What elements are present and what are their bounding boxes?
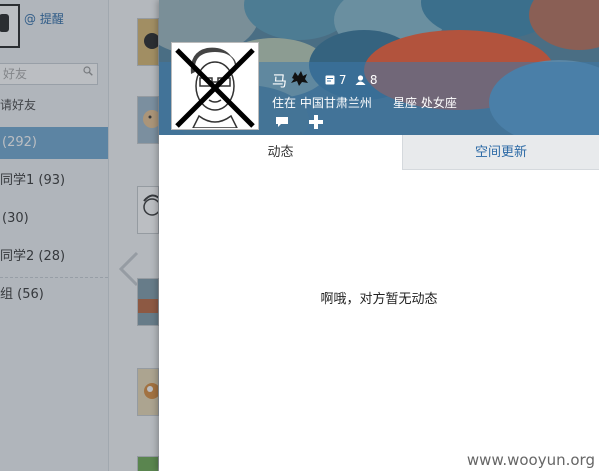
thumbnail-image — [138, 369, 158, 415]
tab-feed[interactable]: 动态 — [159, 135, 402, 170]
group-item[interactable]: 同学1 (93) — [0, 165, 108, 197]
feed-thumbnail[interactable] — [137, 96, 159, 144]
group-item[interactable]: (30) — [0, 203, 108, 235]
remind-link[interactable]: @ 提醒 — [24, 10, 64, 27]
thumbnail-image — [138, 97, 158, 143]
posts-icon — [325, 75, 335, 85]
group-divider — [0, 277, 108, 278]
feed-thumbnail[interactable] — [137, 18, 159, 66]
avatar-image — [173, 44, 257, 129]
feed-thumbnail[interactable] — [137, 456, 159, 471]
follows-stat[interactable]: 8 — [355, 73, 377, 87]
redacted-name-mark — [291, 71, 308, 86]
tab-space-updates[interactable]: 空间更新 — [402, 135, 599, 170]
user-name: 马 — [272, 72, 288, 90]
current-user-avatar[interactable] — [0, 4, 20, 48]
add-icon[interactable] — [309, 115, 323, 129]
feed-thumbnail[interactable] — [137, 368, 159, 416]
follows-count: 8 — [369, 73, 378, 87]
profile-avatar[interactable] — [172, 43, 258, 129]
thumbnail-image — [138, 187, 158, 233]
cover-pebble — [529, 0, 599, 50]
invite-friends-link[interactable]: 请好友 — [0, 96, 36, 113]
watermark: www.wooyun.org — [466, 451, 595, 469]
empty-feed-message: 啊哦，对方暂无动态 — [320, 292, 438, 307]
group-item[interactable]: 同学2 (28) — [0, 241, 108, 273]
feed-column — [109, 0, 160, 471]
group-item[interactable]: (292) — [0, 127, 108, 159]
profile-tabs: 动态 空间更新 — [159, 135, 599, 170]
group-item[interactable]: 组 (56) — [0, 279, 108, 311]
feed-thumbnail[interactable] — [137, 186, 159, 234]
location-text: 住在 中国甘肃兰州 — [272, 96, 372, 110]
profile-card: 马 7 8 住在 中国甘肃兰州 星座 处女座 动态 空间更新 啊哦，对方暂无动态 — [159, 0, 599, 471]
posts-count: 7 — [338, 73, 347, 87]
posts-stat[interactable]: 7 — [325, 73, 346, 87]
zodiac-text: 星座 处女座 — [393, 96, 457, 110]
person-icon — [355, 75, 366, 85]
message-icon[interactable] — [275, 116, 289, 128]
friend-list-panel: @ 提醒 好友 请好友 (292) 同学1 (93) (30) 同学2 (28)… — [0, 0, 109, 471]
friend-search-input[interactable]: 好友 — [0, 63, 98, 85]
thumbnail-image — [138, 19, 158, 65]
search-icon[interactable] — [83, 66, 93, 76]
friend-search-placeholder: 好友 — [3, 67, 28, 81]
chevron-left-icon[interactable] — [117, 250, 147, 290]
